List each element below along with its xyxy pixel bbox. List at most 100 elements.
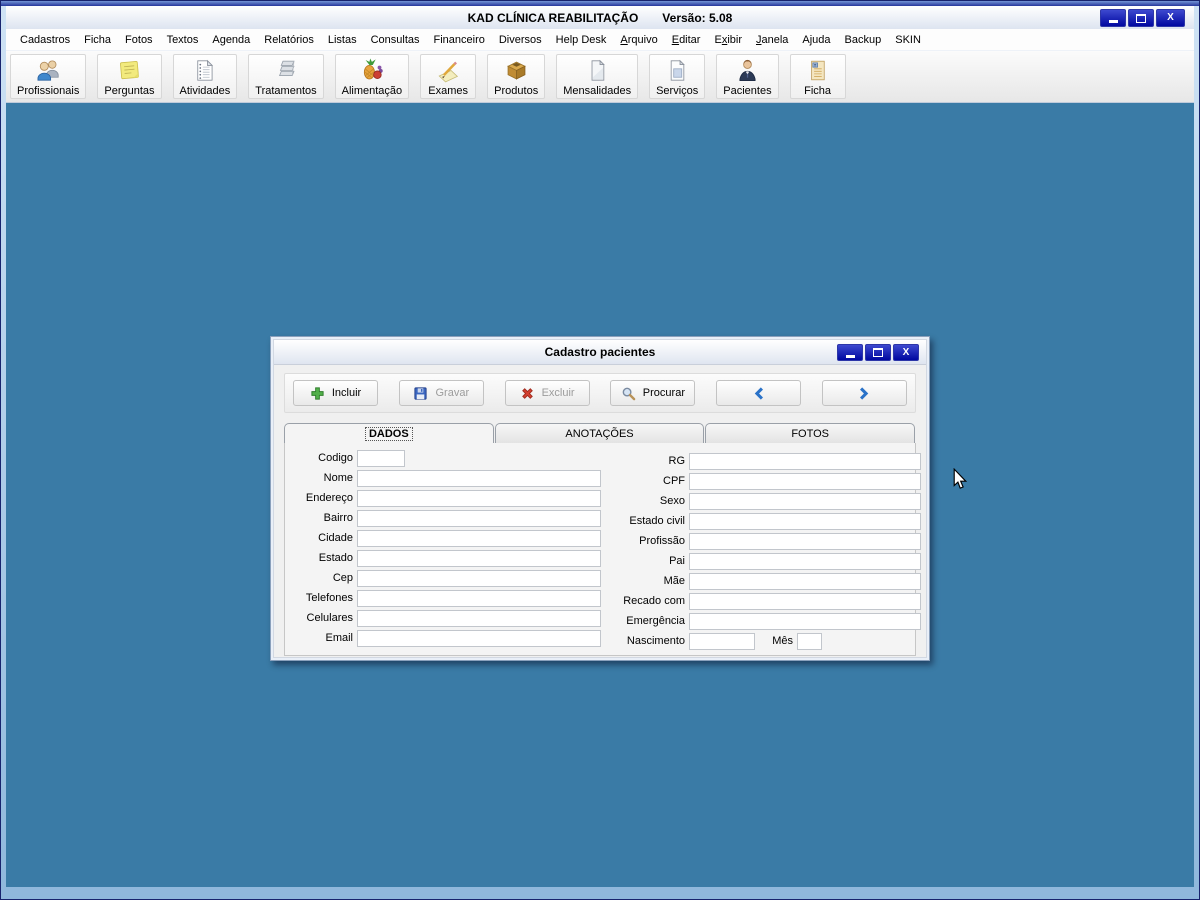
mae-input[interactable] [689, 572, 921, 590]
close-button[interactable]: X [1156, 9, 1185, 27]
menu-item-listas[interactable]: Listas [321, 31, 364, 49]
tab-dados[interactable]: DADOS [284, 423, 494, 443]
field-label-pai: Pai [669, 555, 685, 567]
window-version: Versão: 5.08 [662, 10, 733, 25]
toolbar-button-tratamentos[interactable]: Tratamentos [248, 54, 324, 99]
pai-input[interactable] [689, 552, 921, 570]
toolbar-button-label: Ficha [804, 85, 832, 97]
incluir-button[interactable]: Incluir [293, 380, 378, 406]
toolbar-button-exames[interactable]: Exames [420, 54, 477, 99]
dialog-minimize-button[interactable] [837, 344, 863, 361]
toolbar-button-profissionais[interactable]: Profissionais [10, 54, 87, 99]
dialog-window-controls: X [837, 344, 919, 361]
nascimento-input[interactable] [689, 632, 755, 650]
menu-item-editar[interactable]: Editar [665, 31, 708, 49]
menu-item-label: A [620, 33, 628, 46]
cidade-input[interactable] [357, 529, 601, 547]
record-sheet-icon [811, 60, 825, 81]
menu-item-skin[interactable]: SKIN [888, 31, 928, 49]
email-input[interactable] [357, 629, 601, 647]
form-col-right-rows: RG CPF Sexo Estado civil Profissão Pai Mãe Reca… [601, 451, 921, 631]
excluir-button[interactable]: Excluir [504, 380, 590, 406]
codigo-input[interactable] [357, 449, 405, 467]
cpf-input[interactable] [689, 472, 921, 490]
field-label-telefones: Telefones [305, 592, 353, 604]
procurar-button[interactable]: Procurar [610, 380, 696, 406]
dialog-close-button[interactable]: X [893, 344, 919, 361]
toolbar-button-label: Mensalidades [563, 85, 632, 97]
toolbar-button-atividades[interactable]: Atividades [172, 54, 238, 99]
toolbar-button-label: Alimentação [341, 85, 403, 97]
menu-item-arquivo[interactable]: Arquivo [613, 31, 664, 49]
next-record-button[interactable] [821, 380, 907, 406]
menu-item-label: Ajuda [802, 33, 831, 46]
tab-panel-dados: Codigo Nome Endereço Bairro Cidade Estado Cep T… [284, 443, 921, 656]
menu-item-backup[interactable]: Backup [838, 31, 889, 49]
bairro-input[interactable] [357, 509, 601, 527]
menu-item-help-desk[interactable]: Help Desk [549, 31, 614, 49]
field-label-cep: Cep [332, 572, 353, 584]
endereco-input[interactable] [357, 489, 601, 507]
toolbar-button-ficha[interactable]: Ficha [789, 54, 846, 99]
menu-item-relatorios[interactable]: Relatórios [257, 31, 321, 49]
menu-item-ficha[interactable]: Ficha [77, 31, 118, 49]
menu-item-label: Textos [166, 33, 199, 46]
close-icon: X [902, 346, 910, 358]
menu-item-label: Help Desk [555, 33, 607, 46]
menu-item-label: Backup [844, 33, 882, 46]
menu-item-financeiro[interactable]: Financeiro [427, 31, 492, 49]
toolbar-button-alimentacao[interactable]: Alimentação [334, 54, 410, 99]
celulares-input[interactable] [357, 609, 601, 627]
tab-label: ANOTAÇÕES [565, 427, 634, 440]
menu-item-fotos[interactable]: Fotos [118, 31, 160, 49]
menu-item-label: Cadastros [20, 33, 71, 46]
toolbar-button-label: Exames [428, 85, 469, 97]
nome-input[interactable] [357, 469, 601, 487]
menu-item-textos[interactable]: Textos [160, 31, 206, 49]
field-row-celulares: Celulares [291, 608, 601, 628]
cep-input[interactable] [357, 569, 601, 587]
minimize-button[interactable] [1100, 9, 1126, 27]
toolbar-button-pacientes[interactable]: Pacientes [716, 54, 779, 99]
emergencia-input[interactable] [689, 612, 921, 630]
sexo-input[interactable] [689, 492, 921, 510]
toolbar-button-produtos[interactable]: Produtos [487, 54, 546, 99]
button-label: Gravar [435, 387, 470, 399]
tab-fotos[interactable]: FOTOS [705, 423, 916, 443]
toolbar-button-servicos[interactable]: Serviços [649, 54, 706, 99]
telefones-input[interactable] [357, 589, 601, 607]
toolbar-button-mensalidades[interactable]: Mensalidades [556, 54, 639, 99]
title-bar: KAD CLÍNICA REABILITAÇÃO Versão: 5.08 X [6, 6, 1194, 30]
field-label-mes: Mês [772, 635, 793, 647]
previous-record-button[interactable] [716, 380, 802, 406]
toolbar-button-perguntas[interactable]: Perguntas [97, 54, 162, 99]
tab-anotacoes[interactable]: ANOTAÇÕES [494, 423, 705, 443]
chevron-right-icon [859, 386, 869, 400]
profissao-input[interactable] [689, 532, 921, 550]
field-label-cpf: CPF [663, 475, 685, 487]
menu-item-consultas[interactable]: Consultas [364, 31, 427, 49]
menu-item-label: SKIN [895, 33, 921, 46]
rg-input[interactable] [689, 452, 921, 470]
toolbar-button-label: Pacientes [723, 85, 772, 97]
field-row-email: Email [291, 628, 601, 648]
maximize-icon [873, 348, 883, 357]
gravar-button[interactable]: Gravar [398, 380, 484, 406]
form-col-left: Codigo Nome Endereço Bairro Cidade Estado Cep T… [291, 448, 601, 655]
recado-com-input[interactable] [689, 592, 921, 610]
menu-item-cadastros[interactable]: Cadastros [13, 31, 77, 49]
field-label-mae: Mãe [663, 575, 685, 587]
estado-input[interactable] [357, 549, 601, 567]
estado-civil-input[interactable] [689, 512, 921, 530]
mes-input[interactable] [797, 632, 822, 650]
menu-item-ajuda[interactable]: Ajuda [795, 31, 837, 49]
dialog-maximize-button[interactable] [865, 344, 891, 361]
menu-item-agenda[interactable]: Agenda [205, 31, 257, 49]
menu-item-janela[interactable]: Janela [749, 31, 795, 49]
maximize-button[interactable] [1128, 9, 1154, 27]
menu-item-diversos[interactable]: Diversos [492, 31, 549, 49]
menu-item-label: Consultas [370, 33, 420, 46]
field-row-cpf: CPF [601, 471, 921, 491]
menu-item-exibir[interactable]: Exibir [707, 31, 749, 49]
delete-icon [521, 387, 533, 399]
